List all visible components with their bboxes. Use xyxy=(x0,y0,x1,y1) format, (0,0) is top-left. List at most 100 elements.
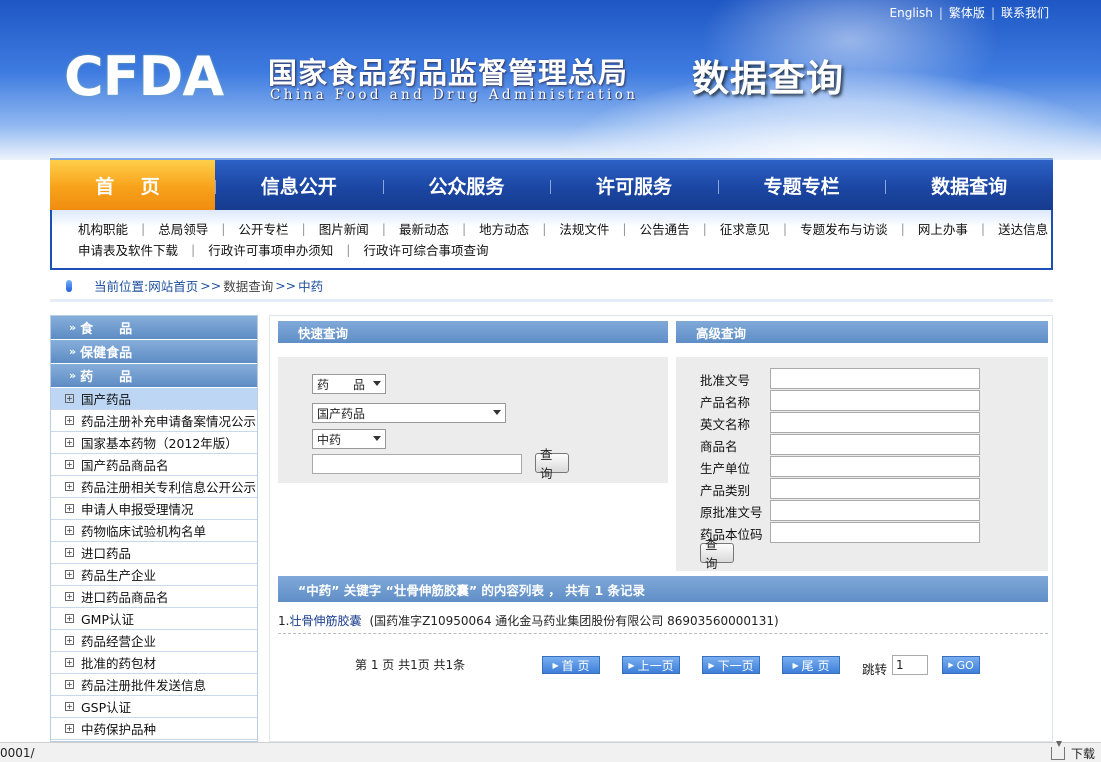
menu-item[interactable]: + 药品生产企业 xyxy=(51,564,257,586)
subcategory-select[interactable]: 国产药品 xyxy=(312,403,506,423)
triangle-right-icon: ▶ xyxy=(948,661,954,669)
subnav-item[interactable]: 网上办事 xyxy=(918,219,968,238)
triangle-right-icon: ▶ xyxy=(628,660,635,670)
drug-code-input[interactable] xyxy=(770,522,980,543)
first-page-button[interactable]: ▶ 首 页 xyxy=(542,656,600,674)
adv-label-product-category: 产品类别 xyxy=(700,483,751,498)
content-area: 快速查询 药 品 国产药品 中药 查询 高级查询 批准文号 产品名称 英文名称 … xyxy=(269,315,1053,742)
subnav-item[interactable]: 法规文件 xyxy=(559,219,609,238)
nav-data-query[interactable]: 数据查询 xyxy=(885,160,1053,210)
menu-item[interactable]: + 国产药品商品名 xyxy=(51,454,257,476)
product-category-input[interactable] xyxy=(770,478,980,499)
prev-page-button[interactable]: ▶ 上一页 xyxy=(622,656,680,674)
type-select[interactable]: 中药 xyxy=(312,429,386,449)
subnav-item[interactable]: 送达信息 xyxy=(998,219,1048,238)
breadcrumb-pill-icon xyxy=(66,279,72,292)
menu-category-drugs[interactable]: » 药 品 xyxy=(51,364,257,388)
breadcrumb-label: 当前位置: xyxy=(94,279,149,294)
adv-label-product-name: 产品名称 xyxy=(700,395,751,410)
jump-page-input[interactable]: 1 xyxy=(892,655,928,675)
menu-item[interactable]: + 进口药品 xyxy=(51,542,257,564)
menu-item[interactable]: + 药品经营企业 xyxy=(51,630,257,652)
top-link-english[interactable]: English xyxy=(890,6,933,20)
menu-item[interactable]: + 药品注册补充申请备案情况公示 xyxy=(51,410,257,432)
expand-box-icon: + xyxy=(65,526,74,535)
expand-box-icon: + xyxy=(65,438,74,447)
last-page-button[interactable]: ▶ 尾 页 xyxy=(782,656,840,674)
quick-query-button[interactable]: 查询 xyxy=(535,447,569,481)
status-url: 0001/ xyxy=(0,745,35,760)
subnav-item[interactable]: 地方动态 xyxy=(479,219,529,238)
go-button[interactable]: ▶ GO xyxy=(942,656,980,674)
top-link-traditional[interactable]: 繁体版 xyxy=(949,6,985,20)
expand-box-icon: + xyxy=(65,504,74,513)
menu-category-health-food[interactable]: » 保健食品 xyxy=(51,340,257,364)
original-approval-no-input[interactable] xyxy=(770,500,980,521)
download-label: 下载 xyxy=(1070,747,1095,761)
expand-box-icon: + xyxy=(65,460,74,469)
download-button[interactable]: 下载 xyxy=(1050,741,1095,762)
result-detail: (国药准字Z10950064 通化金马药业集团股份有限公司 8690356000… xyxy=(369,614,779,628)
subnav-item[interactable]: 图片新闻 xyxy=(319,219,369,238)
subnav-item[interactable]: 征求意见 xyxy=(720,219,770,238)
menu-item[interactable]: + 中药保护品种 xyxy=(51,718,257,740)
site-subtitle: 数据查询 xyxy=(692,57,844,100)
result-index: 1. xyxy=(278,613,290,628)
result-name-link[interactable]: 壮骨伸筋胶囊 xyxy=(289,612,361,629)
double-chevron-icon: » xyxy=(69,369,77,382)
cfda-logo[interactable]: CFDA xyxy=(64,50,224,104)
subnav-item[interactable]: 行政许可事项申办须知 xyxy=(208,240,333,259)
next-page-button[interactable]: ▶ 下一页 xyxy=(702,656,760,674)
manufacturer-input[interactable] xyxy=(770,456,980,477)
expand-box-icon: + xyxy=(65,592,74,601)
subnav-item[interactable]: 机构职能 xyxy=(78,219,128,238)
expand-box-icon: + xyxy=(65,548,74,557)
nav-special-topics[interactable]: 专题专栏 xyxy=(717,160,886,210)
double-chevron-icon: » xyxy=(69,345,77,358)
triangle-right-icon: ▶ xyxy=(708,660,715,670)
subnav-item[interactable]: 公告通告 xyxy=(640,219,690,238)
nav-license-service[interactable]: 许可服务 xyxy=(550,160,718,210)
approval-no-input[interactable] xyxy=(770,368,980,389)
subnav-item[interactable]: 行政许可综合事项查询 xyxy=(363,240,488,259)
nav-public-service[interactable]: 公众服务 xyxy=(382,160,551,210)
expand-box-icon: + xyxy=(65,482,74,491)
menu-item[interactable]: + 进口药品商品名 xyxy=(51,586,257,608)
menu-item[interactable]: + GMP认证 xyxy=(51,608,257,630)
quick-query-panel: 药 品 国产药品 中药 查询 xyxy=(278,357,668,483)
expand-box-icon: + xyxy=(65,680,74,689)
subnav-item[interactable]: 最新动态 xyxy=(399,219,449,238)
category-select[interactable]: 药 品 xyxy=(312,374,386,394)
subnav-item[interactable]: 总局领导 xyxy=(158,219,208,238)
result-row: 1. 壮骨伸筋胶囊 (国药准字Z10950064 通化金马药业集团股份有限公司 … xyxy=(278,608,1048,634)
menu-item[interactable]: + GSP认证 xyxy=(51,696,257,718)
breadcrumb-current: 中药 xyxy=(298,279,324,294)
menu-item[interactable]: + 药品注册相关专利信息公开公示 xyxy=(51,476,257,498)
top-link-contact[interactable]: 联系我们 xyxy=(1001,6,1049,20)
expand-box-icon: + xyxy=(65,614,74,623)
product-name-input[interactable] xyxy=(770,390,980,411)
advanced-query-button[interactable]: 查询 xyxy=(700,537,734,571)
menu-item[interactable]: + 药物临床试验机构名单 xyxy=(51,520,257,542)
expand-box-icon: + xyxy=(65,416,74,425)
sub-nav: 机构职能 | 总局领导 | 公开专栏 | 图片新闻 | 最新动态 | 地方动态 | 法规文件… xyxy=(50,210,1053,270)
trade-name-input[interactable] xyxy=(770,434,980,455)
menu-category-food[interactable]: » 食 品 xyxy=(51,316,257,340)
subnav-item[interactable]: 申请表及软件下载 xyxy=(78,240,178,259)
chevron-down-icon xyxy=(373,436,381,441)
nav-info-disclosure[interactable]: 信息公开 xyxy=(215,160,383,210)
breadcrumb-home-link[interactable]: 网站首页 xyxy=(148,276,198,295)
breadcrumb-section[interactable]: 数据查询 xyxy=(223,276,273,295)
english-name-input[interactable] xyxy=(770,412,980,433)
adv-label-approval-no: 批准文号 xyxy=(700,373,751,388)
menu-item-domestic-drugs[interactable]: + 国产药品 xyxy=(51,388,257,410)
menu-item[interactable]: + 批准的药包材 xyxy=(51,652,257,674)
subnav-item[interactable]: 专题发布与访谈 xyxy=(800,219,888,238)
subnav-item[interactable]: 公开专栏 xyxy=(238,219,288,238)
expand-box-icon: + xyxy=(65,658,74,667)
quick-search-input[interactable] xyxy=(312,454,522,474)
menu-item[interactable]: + 申请人申报受理情况 xyxy=(51,498,257,520)
menu-item[interactable]: + 国家基本药物（2012年版） xyxy=(51,432,257,454)
menu-item[interactable]: + 药品注册批件发送信息 xyxy=(51,674,257,696)
nav-home[interactable]: 首 页 xyxy=(50,160,215,210)
